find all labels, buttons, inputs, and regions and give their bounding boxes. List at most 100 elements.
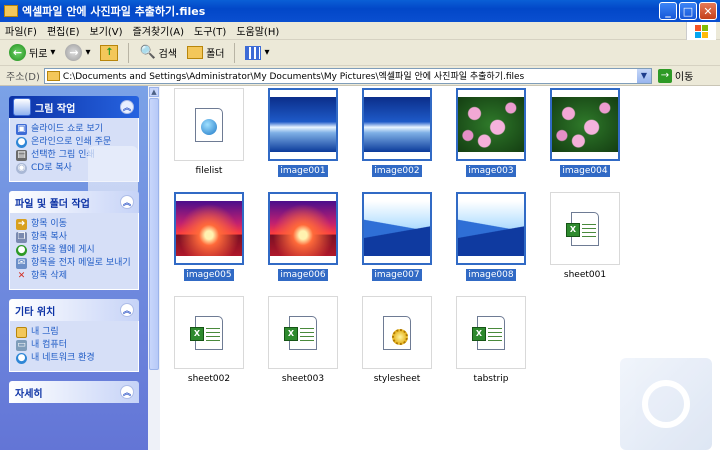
place-my-computer[interactable]: ▭ 내 컴퓨터 bbox=[16, 340, 132, 351]
close-button[interactable]: ✕ bbox=[699, 2, 717, 20]
file-thumbnail bbox=[456, 88, 526, 161]
details-header[interactable]: 자세히 ︽ bbox=[9, 381, 139, 403]
file-item[interactable]: filelist bbox=[162, 88, 256, 177]
task-label: 항목을 전자 메일로 보내기 bbox=[31, 258, 131, 268]
wave-image bbox=[270, 97, 336, 152]
file-item[interactable]: X sheet001 bbox=[538, 192, 632, 281]
task-copy[interactable]: ❐ 항목 복사 bbox=[16, 232, 132, 243]
file-thumbnail bbox=[174, 192, 244, 265]
task-label: 항목 복사 bbox=[31, 232, 67, 242]
file-item[interactable]: image008 bbox=[444, 192, 538, 281]
place-label: 내 컴퓨터 bbox=[31, 340, 67, 350]
address-input[interactable]: C:\Documents and Settings\Administrator\… bbox=[43, 67, 652, 84]
file-item[interactable]: image002 bbox=[350, 88, 444, 177]
picture-tasks-header[interactable]: 그림 작업 ︽ bbox=[9, 96, 139, 118]
task-slideshow[interactable]: ▣ 슬라이드 쇼로 보기 bbox=[16, 124, 132, 135]
views-button[interactable]: ▾ bbox=[242, 45, 272, 60]
other-places-header[interactable]: 기타 위치 ︽ bbox=[9, 299, 139, 321]
address-dropdown-icon[interactable]: ▼ bbox=[636, 68, 651, 83]
place-label: 내 그림 bbox=[31, 327, 59, 337]
file-thumbnail bbox=[362, 88, 432, 161]
expand-chevron-icon[interactable]: ︽ bbox=[120, 385, 134, 399]
file-thumbnail bbox=[174, 88, 244, 161]
excel-file-icon: X bbox=[190, 315, 223, 350]
up-folder-icon: ↑ bbox=[100, 44, 119, 61]
toolbar-separator bbox=[234, 42, 236, 63]
go-button[interactable]: → 이동 bbox=[657, 68, 693, 83]
file-thumbnail: X bbox=[550, 192, 620, 265]
collapse-chevron-icon[interactable]: ︽ bbox=[120, 100, 134, 114]
folders-button[interactable]: 폴더 bbox=[184, 45, 227, 60]
task-delete[interactable]: ✕ 항목 삭제 bbox=[16, 271, 132, 282]
menu-view[interactable]: 보기(V) bbox=[85, 23, 128, 38]
globe-icon: ● bbox=[16, 137, 27, 148]
task-email[interactable]: ✉ 항목을 전자 메일로 보내기 bbox=[16, 258, 132, 269]
file-thumbnail: X bbox=[268, 296, 338, 369]
task-publish-web[interactable]: ● 항목을 웹에 게시 bbox=[16, 245, 132, 256]
email-icon: ✉ bbox=[16, 258, 27, 269]
task-pane-scrollbar[interactable]: ▲ bbox=[148, 86, 160, 450]
toolbar: ← 뒤로 ▾ → ▾ ↑ 🔍 검색 폴더 ▾ bbox=[0, 40, 720, 66]
toolbar-separator bbox=[128, 42, 130, 63]
file-item[interactable]: image004 bbox=[538, 88, 632, 177]
file-name: sheet003 bbox=[281, 374, 325, 384]
views-icon bbox=[245, 45, 262, 60]
file-name: image006 bbox=[278, 269, 328, 281]
menu-edit[interactable]: 편집(E) bbox=[42, 23, 85, 38]
file-tasks-header[interactable]: 파일 및 폴더 작업 ︽ bbox=[9, 191, 139, 213]
file-item[interactable]: image006 bbox=[256, 192, 350, 281]
file-item[interactable]: image005 bbox=[162, 192, 256, 281]
menu-tools[interactable]: 도구(T) bbox=[189, 23, 231, 38]
windows-logo-icon bbox=[686, 22, 716, 40]
forward-dropdown-icon[interactable]: ▾ bbox=[85, 47, 90, 58]
stylesheet-file-icon bbox=[383, 315, 411, 350]
menu-favorites[interactable]: 즐겨찾기(A) bbox=[128, 23, 189, 38]
up-folder-button[interactable]: ↑ bbox=[97, 44, 121, 61]
place-my-pictures[interactable]: 내 그림 bbox=[16, 327, 132, 338]
watermark-icon bbox=[620, 358, 712, 450]
search-label: 검색 bbox=[158, 49, 178, 60]
excel-file-icon: X bbox=[284, 315, 317, 350]
search-icon: 🔍 bbox=[139, 45, 156, 60]
task-move[interactable]: ➜ 항목 이동 bbox=[16, 219, 132, 230]
folder-icon bbox=[16, 327, 27, 338]
file-item[interactable]: stylesheet bbox=[350, 296, 444, 385]
scrollbar-thumb[interactable] bbox=[149, 98, 159, 370]
file-tasks-panel: 파일 및 폴더 작업 ︽ ➜ 항목 이동 ❐ 항목 복사 ● 항목을 웹에 게시 ✉ 항… bbox=[9, 191, 139, 290]
menu-help[interactable]: 도움말(H) bbox=[231, 23, 284, 38]
details-panel: 자세히 ︽ bbox=[9, 381, 139, 403]
file-name: image008 bbox=[466, 269, 516, 281]
file-item[interactable]: X sheet002 bbox=[162, 296, 256, 385]
file-name: image005 bbox=[184, 269, 234, 281]
task-label: 항목 이동 bbox=[31, 219, 67, 229]
collapse-chevron-icon[interactable]: ︽ bbox=[120, 195, 134, 209]
file-thumbnail: X bbox=[456, 296, 526, 369]
title-bar: 엑셀파일 안에 사진파일 추출하기.files _ □ ✕ bbox=[0, 0, 720, 22]
sunset-image bbox=[176, 201, 242, 256]
collapse-chevron-icon[interactable]: ︽ bbox=[120, 303, 134, 317]
file-item[interactable]: image003 bbox=[444, 88, 538, 177]
file-item[interactable]: image001 bbox=[256, 88, 350, 177]
file-item[interactable]: X sheet003 bbox=[256, 296, 350, 385]
forward-button[interactable]: → ▾ bbox=[62, 44, 93, 61]
file-thumbnail bbox=[362, 192, 432, 265]
task-label: 슬라이드 쇼로 보기 bbox=[31, 124, 103, 134]
menu-file[interactable]: 파일(F) bbox=[0, 23, 42, 38]
maximize-button[interactable]: □ bbox=[679, 2, 697, 20]
globe-icon: ● bbox=[16, 245, 27, 256]
file-item[interactable]: X tabstrip bbox=[444, 296, 538, 385]
window-title: 엑셀파일 안에 사진파일 추출하기.files bbox=[22, 5, 206, 18]
place-network[interactable]: ● 내 네트워크 환경 bbox=[16, 353, 132, 364]
search-button[interactable]: 🔍 검색 bbox=[136, 45, 180, 60]
task-label: 선택한 그림 인쇄 bbox=[31, 150, 95, 160]
task-label: 항목을 웹에 게시 bbox=[31, 245, 95, 255]
back-button[interactable]: ← 뒤로 ▾ bbox=[6, 44, 58, 61]
copy-icon: ❐ bbox=[16, 232, 27, 243]
file-item[interactable]: image007 bbox=[350, 192, 444, 281]
scroll-up-icon[interactable]: ▲ bbox=[149, 87, 159, 97]
watermark-icon bbox=[88, 146, 138, 196]
window-controls: _ □ ✕ bbox=[659, 2, 717, 20]
minimize-button[interactable]: _ bbox=[659, 2, 677, 20]
forward-arrow-icon: → bbox=[65, 44, 83, 61]
back-dropdown-icon[interactable]: ▾ bbox=[50, 47, 55, 58]
